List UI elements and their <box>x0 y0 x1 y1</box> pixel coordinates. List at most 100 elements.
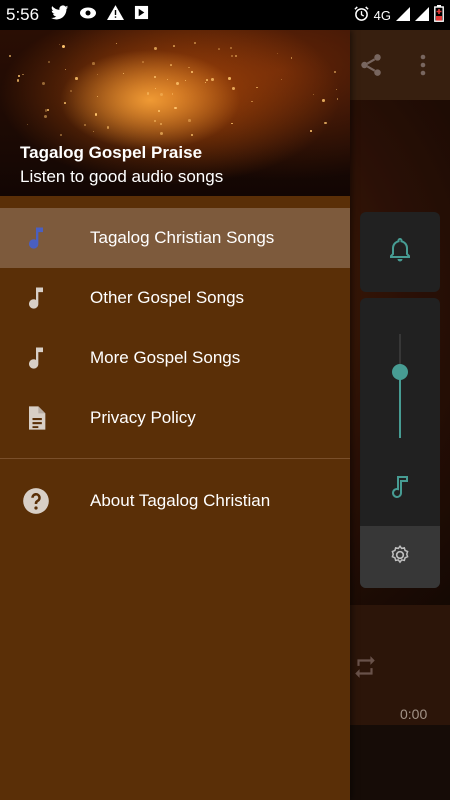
sparkle-decoration <box>8 54 12 58</box>
sparkle-decoration <box>175 82 179 86</box>
volume-settings-button[interactable] <box>360 526 440 588</box>
bell-icon[interactable] <box>388 237 412 268</box>
music-note-icon <box>388 474 412 500</box>
media-volume-panel <box>360 298 440 588</box>
sparkle-decoration <box>280 79 283 81</box>
sparkle-decoration <box>96 73 99 76</box>
more-vert-icon[interactable] <box>418 52 428 78</box>
sparkle-decoration <box>322 98 325 102</box>
volume-slider-thumb[interactable] <box>392 364 408 381</box>
settings-icon <box>390 544 410 570</box>
sparkle-decoration <box>190 134 194 137</box>
sparkle-decoration <box>256 86 258 89</box>
signal-icon <box>415 6 429 24</box>
battery-icon <box>434 5 444 25</box>
menu-item-privacy-policy[interactable]: Privacy Policy <box>0 388 350 448</box>
menu-item-label: About Tagalog Christian <box>90 491 271 510</box>
sparkle-decoration <box>141 61 144 64</box>
sparkle-decoration <box>235 55 238 58</box>
sparkle-decoration <box>93 130 95 132</box>
sparkle-decoration <box>61 44 65 48</box>
sparkle-decoration <box>43 115 47 119</box>
sparkle-decoration <box>94 112 98 116</box>
menu-item-about[interactable]: About Tagalog Christian <box>0 471 350 531</box>
sparkle-decoration <box>146 92 150 95</box>
sparkle-decoration <box>191 71 193 73</box>
share-icon[interactable] <box>358 52 384 78</box>
network-type: 4G <box>373 7 391 23</box>
app-alt-icon <box>134 5 149 25</box>
music-note-icon <box>22 284 50 312</box>
sparkle-decoration <box>250 100 253 103</box>
sparkle-decoration <box>167 79 169 81</box>
sparkle-decoration <box>160 131 164 135</box>
sparkle-decoration <box>115 42 117 44</box>
sparkle-decoration <box>64 102 66 104</box>
sparkle-decoration <box>312 93 315 96</box>
sparkle-decoration <box>159 92 163 96</box>
drawer-subtitle: Listen to good audio songs <box>20 167 224 186</box>
sparkle-decoration <box>231 122 233 125</box>
sparkle-decoration <box>231 87 235 91</box>
sparkle-decoration <box>59 43 61 45</box>
ringer-volume-panel[interactable] <box>360 212 440 292</box>
sparkle-decoration <box>75 77 78 80</box>
music-note-icon <box>22 344 50 372</box>
twitter-icon <box>51 5 69 26</box>
sparkle-decoration <box>83 123 86 127</box>
sparkle-decoration <box>230 54 234 58</box>
sparkle-decoration <box>230 47 233 50</box>
elapsed-time: 0:00 <box>400 706 428 722</box>
sparkle-decoration <box>290 56 293 59</box>
sparkle-decoration <box>324 121 328 125</box>
drawer-title: Tagalog Gospel Praise <box>20 143 203 162</box>
sparkle-decoration <box>276 52 279 55</box>
sparkle-decoration <box>205 81 207 84</box>
sparkle-decoration <box>46 108 50 112</box>
sparkle-decoration <box>65 68 67 70</box>
sparkle-decoration <box>22 73 24 76</box>
sparkle-decoration <box>153 119 156 122</box>
menu-item-label: More Gospel Songs <box>90 348 241 367</box>
sparkle-decoration <box>157 110 160 112</box>
menu-item-more-gospel-songs[interactable]: More Gospel Songs <box>0 328 350 388</box>
sparkle-decoration <box>211 78 214 81</box>
sparkle-decoration <box>59 133 62 136</box>
sparkle-decoration <box>123 73 125 75</box>
sparkle-decoration <box>169 63 172 66</box>
help-icon <box>22 487 50 515</box>
alarm-icon <box>354 6 369 24</box>
sparkle-decoration <box>172 44 175 47</box>
sparkle-decoration <box>92 62 96 66</box>
menu-item-other-gospel-songs[interactable]: Other Gospel Songs <box>0 268 350 328</box>
sparkle-decoration <box>47 61 50 64</box>
menu-divider <box>0 458 350 459</box>
menu-item-tagalog-christian-songs[interactable]: Tagalog Christian Songs <box>0 208 350 268</box>
navigation-drawer: Tagalog Gospel Praise Listen to good aud… <box>0 30 350 800</box>
sparkle-decoration <box>228 77 231 80</box>
sparkle-decoration <box>174 106 177 110</box>
sparkle-decoration <box>194 42 196 44</box>
sparkle-decoration <box>27 123 29 125</box>
sparkle-decoration <box>187 66 190 69</box>
document-icon <box>22 404 50 432</box>
sparkle-decoration <box>310 130 313 132</box>
sparkle-decoration <box>335 88 337 90</box>
sparkle-decoration <box>16 79 20 82</box>
repeat-icon[interactable] <box>352 654 378 680</box>
sparkle-decoration <box>159 122 162 126</box>
signal-icon <box>396 6 410 24</box>
status-time: 5:56 <box>6 5 40 24</box>
sparkle-decoration <box>153 75 157 79</box>
sparkle-decoration <box>171 93 173 95</box>
sparkle-decoration <box>206 79 208 81</box>
sparkle-decoration <box>44 109 48 113</box>
drawer-menu: Tagalog Christian Songs Other Gospel Son… <box>0 208 350 531</box>
sparkle-decoration <box>336 97 339 100</box>
sparkle-decoration <box>184 80 187 82</box>
menu-item-label: Privacy Policy <box>90 408 196 427</box>
sparkle-decoration <box>334 70 337 73</box>
sparkle-decoration <box>42 82 46 86</box>
sparkle-decoration <box>106 126 110 129</box>
drawer-header: Tagalog Gospel Praise Listen to good aud… <box>0 30 350 196</box>
